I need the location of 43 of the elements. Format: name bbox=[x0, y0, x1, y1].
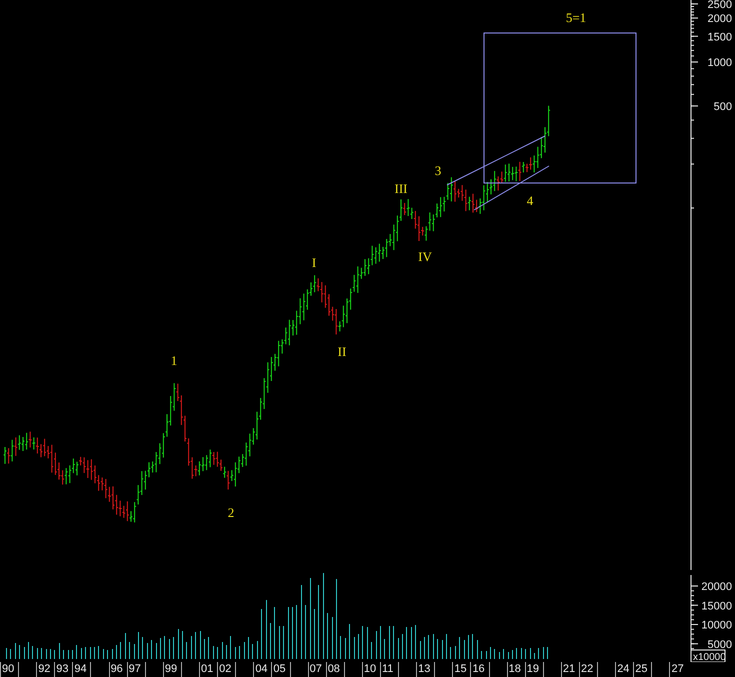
wave-label: 1 bbox=[170, 353, 178, 368]
volume-axis-label: 5000 bbox=[708, 638, 732, 651]
wave-label: II bbox=[338, 344, 346, 359]
year-label: 93 bbox=[54, 662, 72, 677]
wave-label: 3 bbox=[434, 163, 442, 178]
year-label: 25 bbox=[633, 662, 652, 677]
year-label: 19 bbox=[524, 662, 543, 677]
price-axis-label: 1000 bbox=[708, 57, 732, 69]
wave-label: 2 bbox=[228, 505, 234, 520]
year-label: 04 bbox=[253, 662, 272, 677]
wave-label: 5=1 bbox=[566, 10, 586, 25]
year-label: 08 bbox=[326, 662, 344, 677]
year-label: 97 bbox=[126, 662, 145, 677]
year-label: 02 bbox=[217, 662, 236, 677]
year-label: 01 bbox=[199, 662, 218, 677]
wave-label: 4 bbox=[526, 193, 534, 208]
year-label: 16 bbox=[470, 662, 489, 677]
price-axis-label: 2000 bbox=[708, 13, 732, 26]
volume-axis-label: 10000 bbox=[701, 620, 732, 632]
year-label: 99 bbox=[162, 662, 181, 677]
year-label: 27 bbox=[669, 662, 688, 677]
year-label: 07 bbox=[308, 662, 326, 677]
wave-label: I bbox=[312, 255, 316, 270]
price-axis-label: 1500 bbox=[708, 31, 732, 44]
year-label: 18 bbox=[506, 662, 525, 677]
year-label: 15 bbox=[452, 662, 470, 677]
year-label: 90 bbox=[0, 662, 18, 677]
wave-label: IV bbox=[418, 249, 432, 264]
year-label: 05 bbox=[271, 662, 290, 677]
year-label: 10 bbox=[362, 662, 380, 677]
volume-axis-label: 20000 bbox=[701, 581, 732, 593]
year-label: 96 bbox=[108, 662, 127, 677]
year-label: 24 bbox=[615, 662, 634, 677]
price-axis-label: 500 bbox=[714, 100, 732, 113]
price-axis-label: 2500 bbox=[708, 0, 732, 11]
year-label: 92 bbox=[36, 662, 54, 677]
wave-label: III bbox=[394, 181, 408, 196]
year-label: 22 bbox=[579, 662, 598, 677]
year-label: 13 bbox=[416, 662, 434, 677]
volume-axis-label: 15000 bbox=[701, 600, 732, 612]
year-label: 11 bbox=[380, 662, 398, 677]
year-label: 94 bbox=[72, 662, 90, 677]
year-label: 21 bbox=[560, 662, 579, 677]
